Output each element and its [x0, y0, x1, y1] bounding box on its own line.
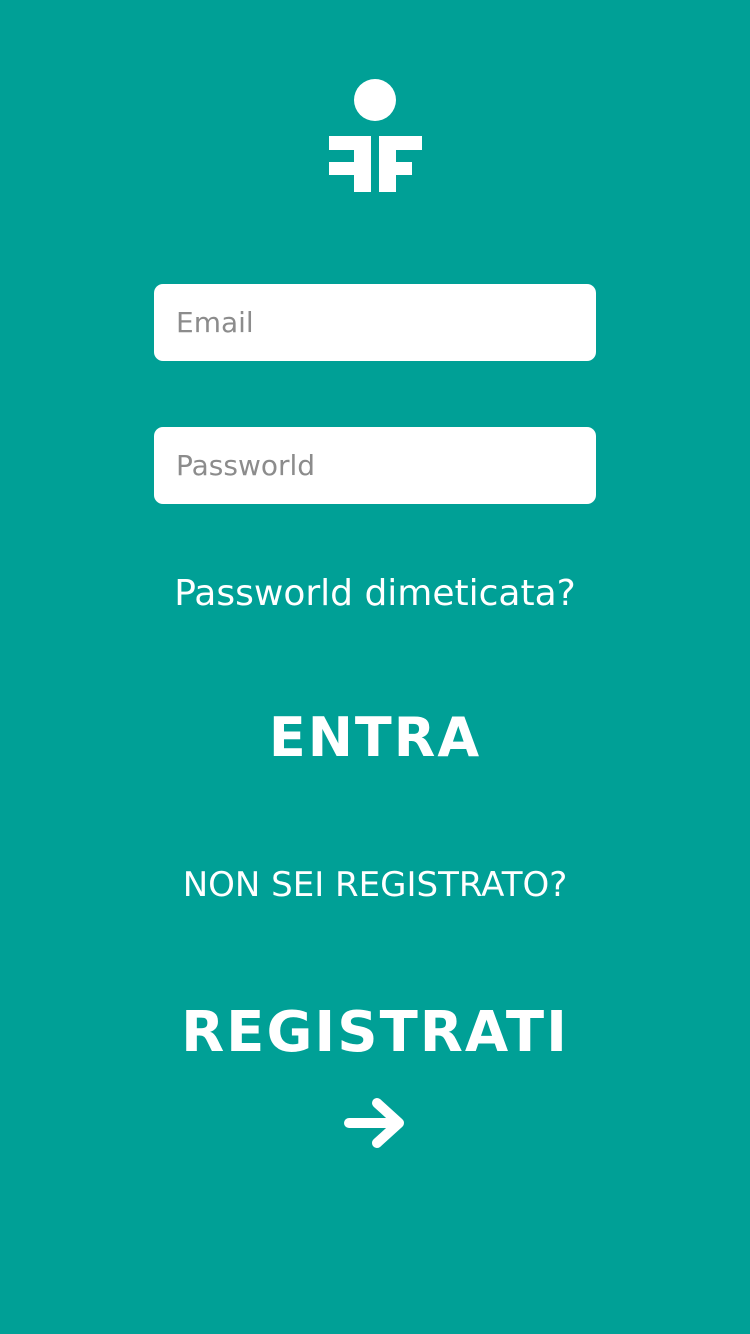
register-button[interactable]: REGISTRATI [0, 1000, 750, 1066]
app-logo-icon [329, 79, 422, 192]
not-registered-label: NON SEI REGISTRATO? [182, 865, 568, 905]
arrow-right-icon[interactable] [343, 1096, 407, 1150]
password-input[interactable] [154, 427, 596, 504]
forgot-password-link[interactable]: Passworld dimeticata? [0, 570, 750, 618]
email-input[interactable] [154, 284, 596, 361]
enter-button[interactable]: ENTRA [0, 706, 750, 770]
